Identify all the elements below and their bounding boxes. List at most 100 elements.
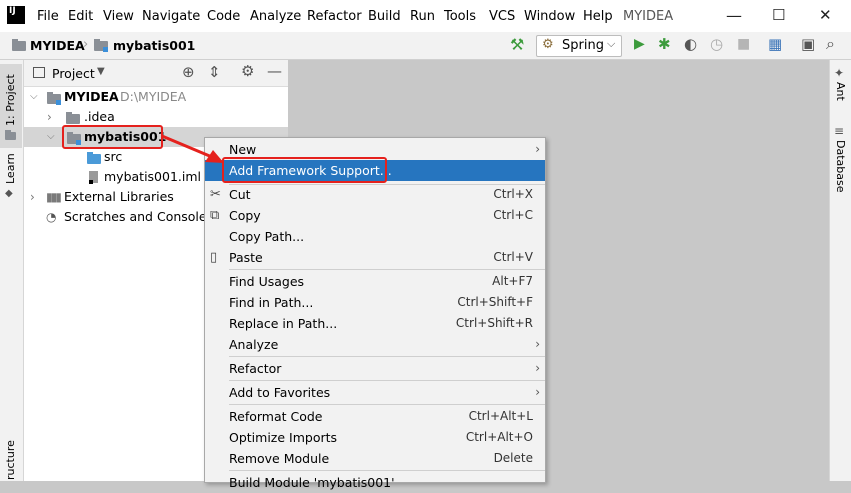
menu-analyze[interactable]: Analyze bbox=[250, 9, 301, 24]
menu-item-copy-path[interactable]: Copy Path... bbox=[205, 226, 545, 247]
window-title: MYIDEA bbox=[623, 9, 674, 24]
menu-view[interactable]: View bbox=[103, 9, 134, 24]
menu-file[interactable]: File bbox=[37, 9, 59, 24]
breadcrumb-project[interactable]: MYIDEA bbox=[30, 38, 85, 53]
project-tab-folder-icon bbox=[5, 130, 16, 140]
menu-item-label: Optimize Imports bbox=[229, 430, 338, 445]
menu-item-add-to-favorites[interactable]: Add to Favorites › bbox=[205, 382, 545, 403]
close-button[interactable]: ✕ bbox=[819, 6, 832, 24]
collapse-arrow-icon: › bbox=[30, 190, 35, 204]
breadcrumb-separator-icon: › bbox=[83, 37, 89, 52]
menu-vcs[interactable]: VCS bbox=[489, 9, 515, 24]
profile-icon[interactable]: ◷ bbox=[710, 35, 723, 53]
run-config-select[interactable]: ⚙ Spring ⌵ bbox=[536, 35, 622, 57]
hide-icon[interactable]: — bbox=[267, 62, 282, 80]
project-structure-icon[interactable]: ▦ bbox=[768, 35, 782, 53]
menu-item-shortcut: Delete bbox=[493, 451, 533, 465]
menu-item-remove-module[interactable]: Remove Module Delete bbox=[205, 448, 545, 469]
tree-root-path: D:\MYIDEA bbox=[120, 89, 187, 104]
menu-edit[interactable]: Edit bbox=[68, 9, 93, 24]
toggle-window-icon[interactable]: ▣ bbox=[801, 35, 815, 53]
menu-refactor[interactable]: Refactor bbox=[307, 9, 362, 24]
learn-icon: ◆ bbox=[5, 188, 13, 199]
stop-icon[interactable]: ■ bbox=[737, 36, 750, 52]
menu-item-refactor[interactable]: Refactor › bbox=[205, 358, 545, 379]
view-dropdown-icon[interactable]: ▼ bbox=[97, 66, 105, 77]
build-hammer-icon[interactable]: ⚒ bbox=[510, 35, 524, 54]
menu-item-label: Analyze bbox=[229, 337, 279, 352]
menu-item-shortcut: Ctrl+Alt+L bbox=[468, 409, 533, 423]
collapse-all-icon[interactable]: ⇕ bbox=[208, 63, 221, 81]
minimize-button[interactable]: — bbox=[726, 6, 742, 25]
menu-item-label: Replace in Path... bbox=[229, 316, 338, 331]
menu-item-shortcut: Ctrl+Alt+O bbox=[465, 430, 533, 444]
run-icon[interactable]: ▶ bbox=[634, 36, 645, 52]
tree-scratches-label: Scratches and Consoles bbox=[64, 209, 214, 224]
menu-build[interactable]: Build bbox=[368, 9, 401, 24]
menu-item-label: Reformat Code bbox=[229, 409, 323, 424]
menu-item-replace-in-path[interactable]: Replace in Path... Ctrl+Shift+R bbox=[205, 313, 545, 334]
debug-bug-icon[interactable]: ✱ bbox=[658, 35, 671, 53]
app-logo-icon: IJ bbox=[7, 6, 25, 24]
idea-folder-icon bbox=[66, 112, 80, 124]
menu-item-analyze[interactable]: Analyze › bbox=[205, 334, 545, 355]
menu-item-label: Paste bbox=[229, 250, 263, 265]
submenu-arrow-icon: › bbox=[535, 385, 540, 399]
menu-item-find-in-path[interactable]: Find in Path... Ctrl+Shift+F bbox=[205, 292, 545, 313]
tree-iml-label: mybatis001.iml bbox=[104, 169, 202, 184]
run-config-label: Spring bbox=[562, 38, 604, 53]
menu-window[interactable]: Window bbox=[524, 9, 575, 24]
menu-help[interactable]: Help bbox=[583, 9, 613, 24]
maximize-button[interactable]: ☐ bbox=[772, 6, 785, 24]
database-tab-label[interactable]: Database bbox=[834, 140, 847, 193]
clipboard-icon: ▯ bbox=[210, 250, 218, 265]
menu-code[interactable]: Code bbox=[207, 9, 240, 24]
project-panel-header: Project ▼ ⊕ ⇕ ⚙ — bbox=[24, 60, 288, 87]
breadcrumb-module[interactable]: mybatis001 bbox=[113, 38, 195, 53]
menu-separator bbox=[229, 404, 545, 405]
database-icon: ≡ bbox=[834, 124, 845, 138]
menu-separator bbox=[229, 470, 545, 471]
annotation-arrow-icon bbox=[161, 134, 224, 163]
left-tool-stripe: 1: Project Learn ◆ ructure bbox=[0, 60, 24, 481]
gear-icon[interactable]: ⚙ bbox=[241, 62, 254, 80]
menu-item-label: Copy bbox=[229, 208, 261, 223]
learn-tab-label[interactable]: Learn bbox=[4, 153, 17, 184]
menu-navigate[interactable]: Navigate bbox=[142, 9, 200, 24]
menu-item-label: Remove Module bbox=[229, 451, 330, 466]
menu-item-copy[interactable]: ⧉ Copy Ctrl+C bbox=[205, 205, 545, 226]
locate-icon[interactable]: ⊕ bbox=[182, 63, 195, 81]
menu-item-build-module[interactable]: Build Module 'mybatis001' bbox=[205, 472, 545, 493]
menu-item-shortcut: Alt+F7 bbox=[492, 274, 533, 288]
menu-item-label: Find in Path... bbox=[229, 295, 314, 310]
scratches-icon: ◔ bbox=[46, 210, 57, 224]
submenu-arrow-icon: › bbox=[535, 337, 540, 351]
project-tab-label: 1: Project bbox=[4, 74, 17, 126]
tree-external-libraries-label: External Libraries bbox=[64, 189, 174, 204]
libraries-icon: ▮▮▮ bbox=[46, 190, 62, 204]
menu-item-reformat-code[interactable]: Reformat Code Ctrl+Alt+L bbox=[205, 406, 545, 427]
search-icon[interactable]: ⌕ bbox=[826, 34, 835, 54]
project-tool-tab[interactable]: 1: Project bbox=[0, 64, 22, 148]
tree-root-name: MYIDEA bbox=[64, 89, 119, 104]
menu-item-shortcut: Ctrl+C bbox=[493, 208, 533, 222]
expand-arrow-icon: ⌵ bbox=[47, 131, 55, 142]
right-tool-stripe: ✦ Ant ≡ Database bbox=[829, 60, 851, 481]
menu-item-shortcut: Ctrl+Shift+F bbox=[457, 295, 533, 309]
coverage-icon[interactable]: ◐ bbox=[684, 35, 697, 53]
menu-item-paste[interactable]: ▯ Paste Ctrl+V bbox=[205, 247, 545, 268]
menu-tools[interactable]: Tools bbox=[444, 9, 476, 24]
menu-item-label: Build Module 'mybatis001' bbox=[229, 475, 395, 490]
ant-tab-label[interactable]: Ant bbox=[834, 82, 847, 101]
menu-item-cut[interactable]: ✂ Cut Ctrl+X bbox=[205, 184, 545, 205]
structure-tab-label[interactable]: ructure bbox=[4, 440, 17, 480]
menu-item-label: Add to Favorites bbox=[229, 385, 331, 400]
panel-title[interactable]: Project bbox=[52, 66, 95, 81]
ant-icon: ✦ bbox=[834, 66, 845, 80]
project-folder-icon bbox=[12, 39, 26, 51]
menu-item-optimize-imports[interactable]: Optimize Imports Ctrl+Alt+O bbox=[205, 427, 545, 448]
navigation-bar: MYIDEA › mybatis001 ⚒ ⚙ Spring ⌵ ▶ ✱ ◐ ◷… bbox=[0, 32, 851, 60]
menu-item-find-usages[interactable]: Find Usages Alt+F7 bbox=[205, 271, 545, 292]
menu-run[interactable]: Run bbox=[410, 9, 435, 24]
scissors-icon: ✂ bbox=[210, 187, 221, 202]
